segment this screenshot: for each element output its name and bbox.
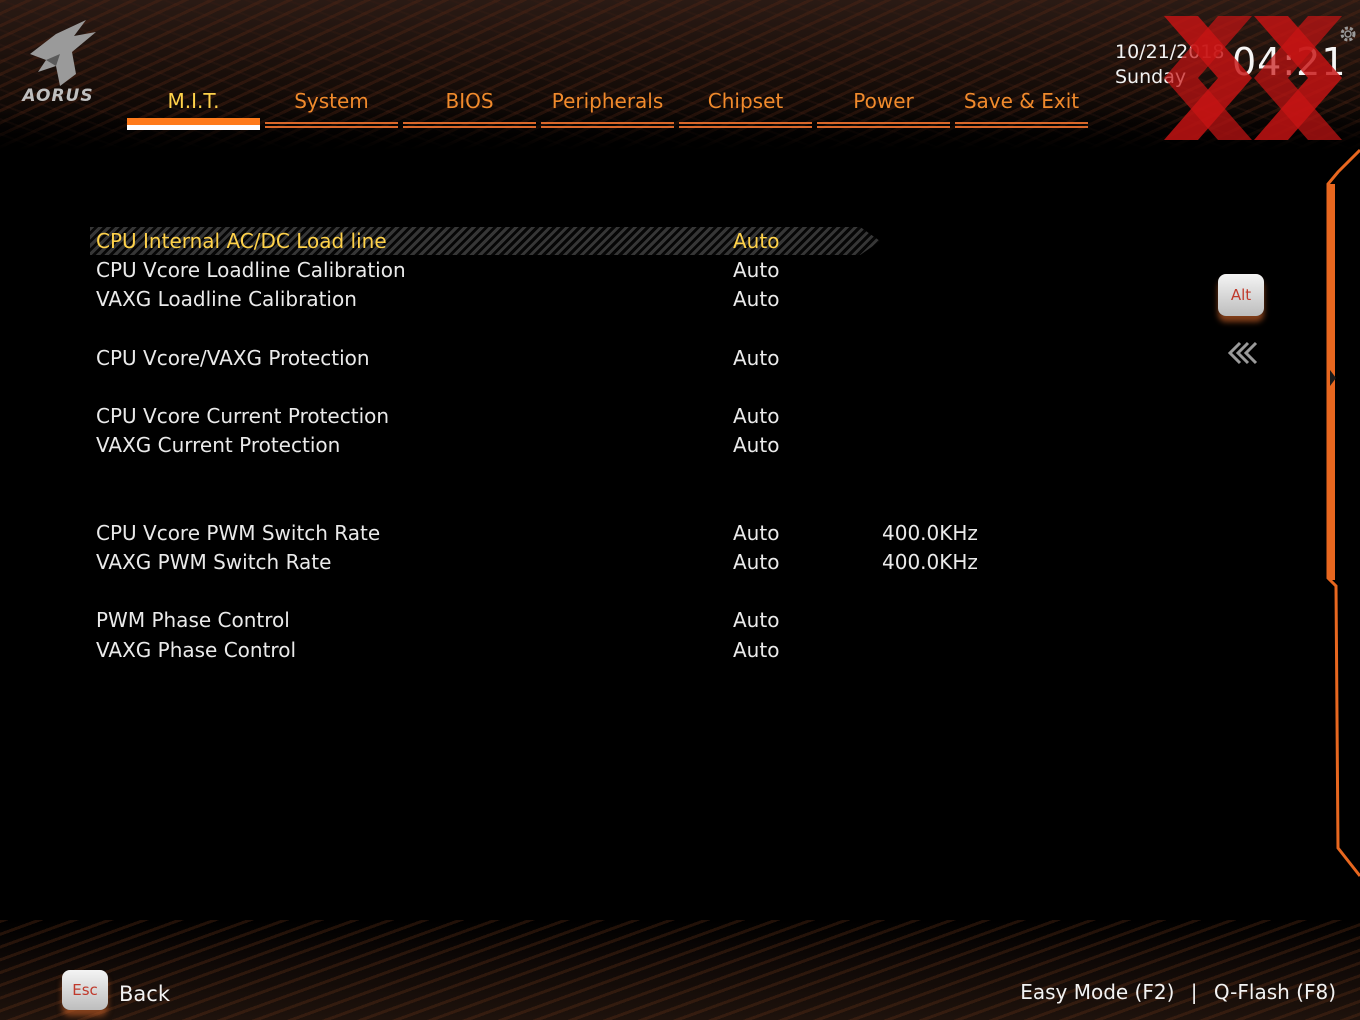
setting-name: CPU Vcore PWM Switch Rate: [96, 521, 381, 545]
tab-label: Peripherals: [551, 89, 664, 113]
side-panel-toggle[interactable]: [1322, 148, 1360, 878]
tab-underline: [955, 122, 1088, 128]
tab-underline: [817, 122, 950, 128]
double-chevron-left-icon[interactable]: [1226, 340, 1260, 366]
setting-value: Auto: [733, 608, 780, 632]
setting-row[interactable]: VAXG PWM Switch Rate Auto 400.0KHz: [90, 548, 978, 576]
setting-row[interactable]: PWM Phase Control Auto: [90, 606, 880, 634]
tab-mit[interactable]: M.I.T.: [127, 86, 260, 136]
setting-value: Auto: [733, 550, 780, 574]
setting-value: Auto: [733, 287, 780, 311]
tab-label: BIOS: [445, 89, 494, 113]
tab-underline: [541, 122, 674, 128]
setting-row[interactable]: CPU Vcore/VAXG Protection Auto: [90, 344, 880, 372]
tab-label: M.I.T.: [167, 89, 220, 113]
back-button-label[interactable]: Back: [119, 982, 170, 1006]
setting-name: VAXG PWM Switch Rate: [96, 550, 332, 574]
setting-name: VAXG Phase Control: [96, 638, 297, 662]
setting-value: Auto: [733, 404, 780, 428]
tab-underline: [127, 118, 260, 130]
gear-icon[interactable]: [1338, 24, 1358, 44]
tab-chipset[interactable]: Chipset: [679, 86, 812, 136]
tab-save-exit[interactable]: Save & Exit: [955, 86, 1088, 136]
setting-name: CPU Internal AC/DC Load line: [96, 229, 387, 253]
tab-label: System: [294, 89, 369, 113]
footer-background: [0, 920, 1360, 1020]
setting-value: Auto: [733, 346, 780, 370]
tab-label: Save & Exit: [963, 89, 1080, 113]
setting-row[interactable]: CPU Vcore Current Protection Auto: [90, 402, 880, 430]
alt-key-button[interactable]: Alt: [1218, 274, 1264, 316]
footer-links: Easy Mode (F2) | Q-Flash (F8): [1020, 980, 1336, 1004]
setting-value: Auto: [733, 433, 780, 457]
tab-peripherals[interactable]: Peripherals: [541, 86, 674, 136]
setting-name: VAXG Current Protection: [96, 433, 341, 457]
setting-row[interactable]: CPU Internal AC/DC Load line Auto: [90, 227, 880, 255]
tab-system[interactable]: System: [265, 86, 398, 136]
tab-underline: [403, 122, 536, 128]
setting-row[interactable]: VAXG Phase Control Auto: [90, 636, 880, 664]
qflash-link[interactable]: Q-Flash (F8): [1214, 980, 1336, 1004]
setting-row[interactable]: VAXG Current Protection Auto: [90, 431, 880, 459]
watermark-logo: [1164, 16, 1342, 140]
setting-name: VAXG Loadline Calibration: [96, 287, 357, 311]
tab-label: Chipset: [707, 89, 784, 113]
setting-row[interactable]: CPU Vcore Loadline Calibration Auto: [90, 256, 880, 284]
setting-value: Auto: [733, 638, 780, 662]
easy-mode-link[interactable]: Easy Mode (F2): [1020, 980, 1174, 1004]
setting-value: Auto: [733, 521, 780, 545]
setting-name: PWM Phase Control: [96, 608, 290, 632]
footer-separator: |: [1190, 980, 1198, 1004]
setting-name: CPU Vcore/VAXG Protection: [96, 346, 370, 370]
setting-value: Auto: [733, 229, 780, 253]
tab-power[interactable]: Power: [817, 86, 950, 136]
esc-key-button[interactable]: Esc: [62, 970, 108, 1010]
tab-underline: [679, 122, 812, 128]
setting-row[interactable]: VAXG Loadline Calibration Auto: [90, 285, 880, 313]
setting-row[interactable]: CPU Vcore PWM Switch Rate Auto 400.0KHz: [90, 519, 978, 547]
tab-underline: [265, 122, 398, 128]
tab-label: Power: [853, 89, 914, 113]
tab-bios[interactable]: BIOS: [403, 86, 536, 136]
setting-value: Auto: [733, 258, 780, 282]
setting-name: CPU Vcore Current Protection: [96, 404, 390, 428]
setting-info: 400.0KHz: [882, 550, 978, 574]
setting-name: CPU Vcore Loadline Calibration: [96, 258, 406, 282]
setting-info: 400.0KHz: [882, 521, 978, 545]
brand-logo-text: AORUS: [22, 86, 94, 106]
